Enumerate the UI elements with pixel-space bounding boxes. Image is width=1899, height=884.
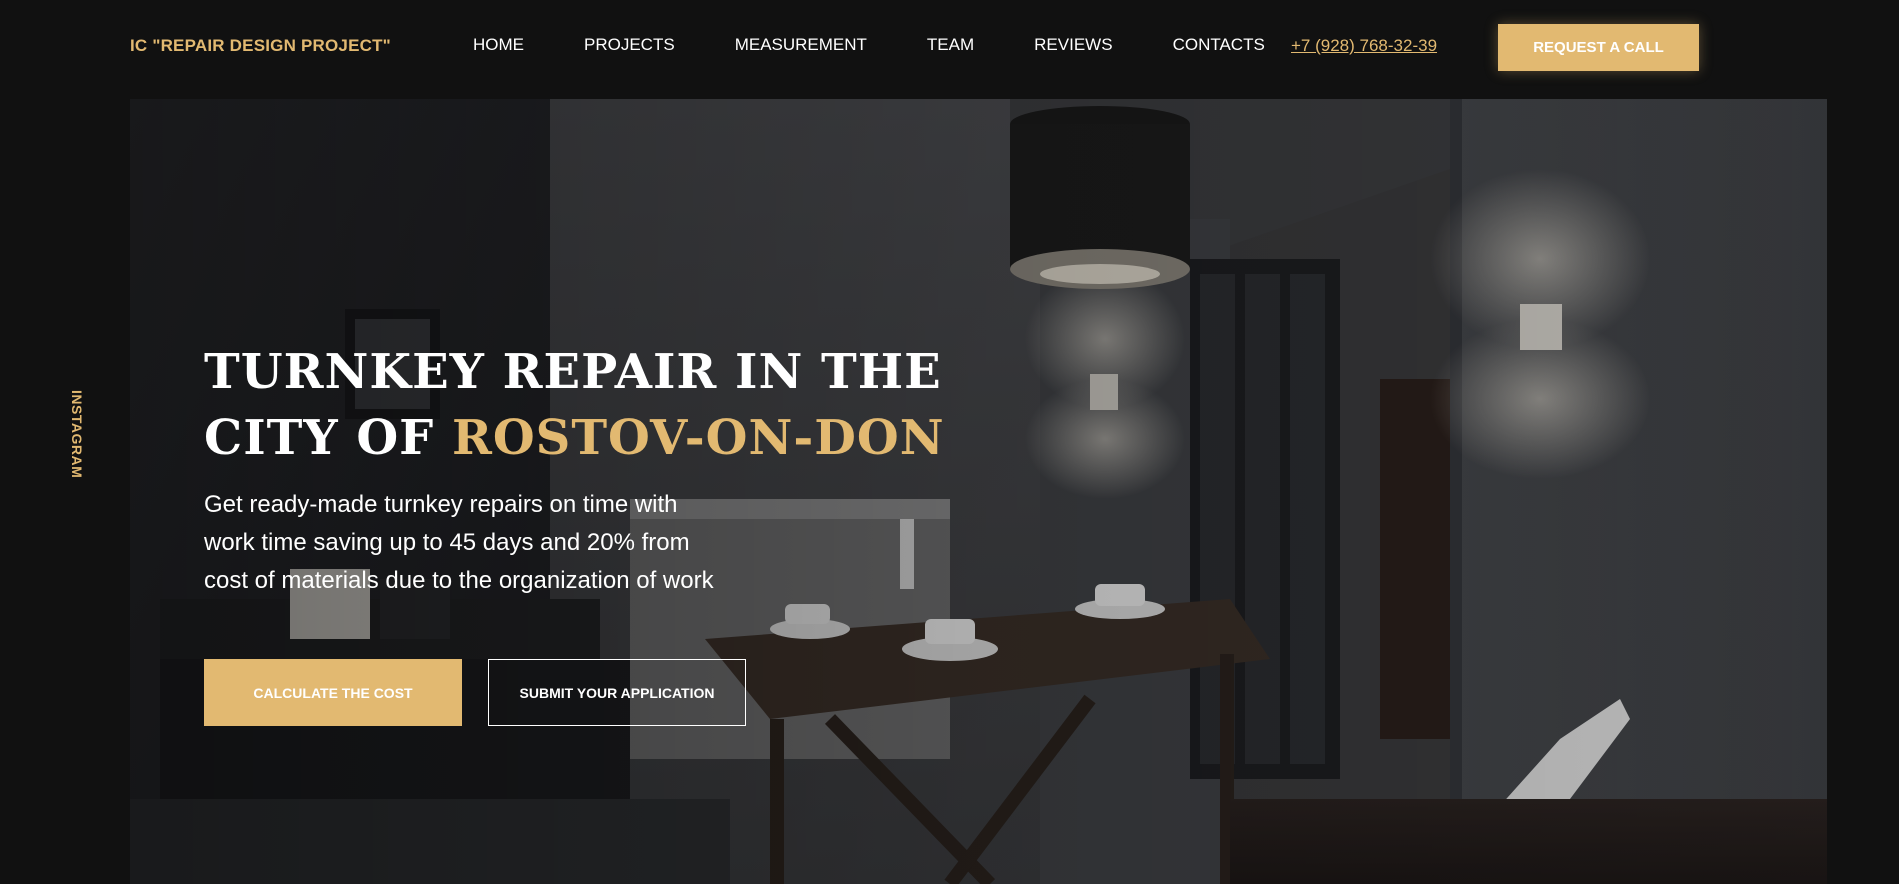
nav-measurement[interactable]: MEASUREMENT (735, 35, 867, 55)
nav-reviews[interactable]: REVIEWS (1034, 35, 1112, 55)
nav-contacts[interactable]: CONTACTS (1173, 35, 1265, 55)
landing-page: IC "REPAIR DESIGN PROJECT" HOME PROJECTS… (0, 0, 1899, 884)
instagram-link[interactable]: INSTAGRAM (69, 390, 85, 478)
hero-title: TURNKEY REPAIR IN THE CITY OF ROSTOV-ON-D… (204, 339, 945, 471)
hero-section: TURNKEY REPAIR IN THE CITY OF ROSTOV-ON-D… (130, 99, 1827, 884)
hero-title-line1: TURNKEY REPAIR IN THE (204, 344, 942, 400)
main-nav: HOME PROJECTS MEASUREMENT TEAM REVIEWS C… (473, 35, 1265, 55)
hero-title-city: ROSTOV-ON-DON (451, 410, 945, 466)
nav-home[interactable]: HOME (473, 35, 524, 55)
nav-team[interactable]: TEAM (927, 35, 974, 55)
calculate-cost-button[interactable]: CALCULATE THE COST (204, 659, 462, 726)
hero-title-line2-prefix: CITY OF (204, 410, 452, 466)
request-call-button[interactable]: REQUEST A CALL (1498, 24, 1699, 71)
site-logo[interactable]: IC "REPAIR DESIGN PROJECT" (130, 36, 391, 56)
hero-subtitle: Get ready-made turnkey repairs on time w… (204, 491, 714, 594)
nav-projects[interactable]: PROJECTS (584, 35, 675, 55)
submit-application-button[interactable]: SUBMIT YOUR APPLICATION (488, 659, 746, 726)
phone-link[interactable]: +7 (928) 768-32-39 (1291, 36, 1437, 56)
site-header: IC "REPAIR DESIGN PROJECT" HOME PROJECTS… (0, 0, 1899, 98)
